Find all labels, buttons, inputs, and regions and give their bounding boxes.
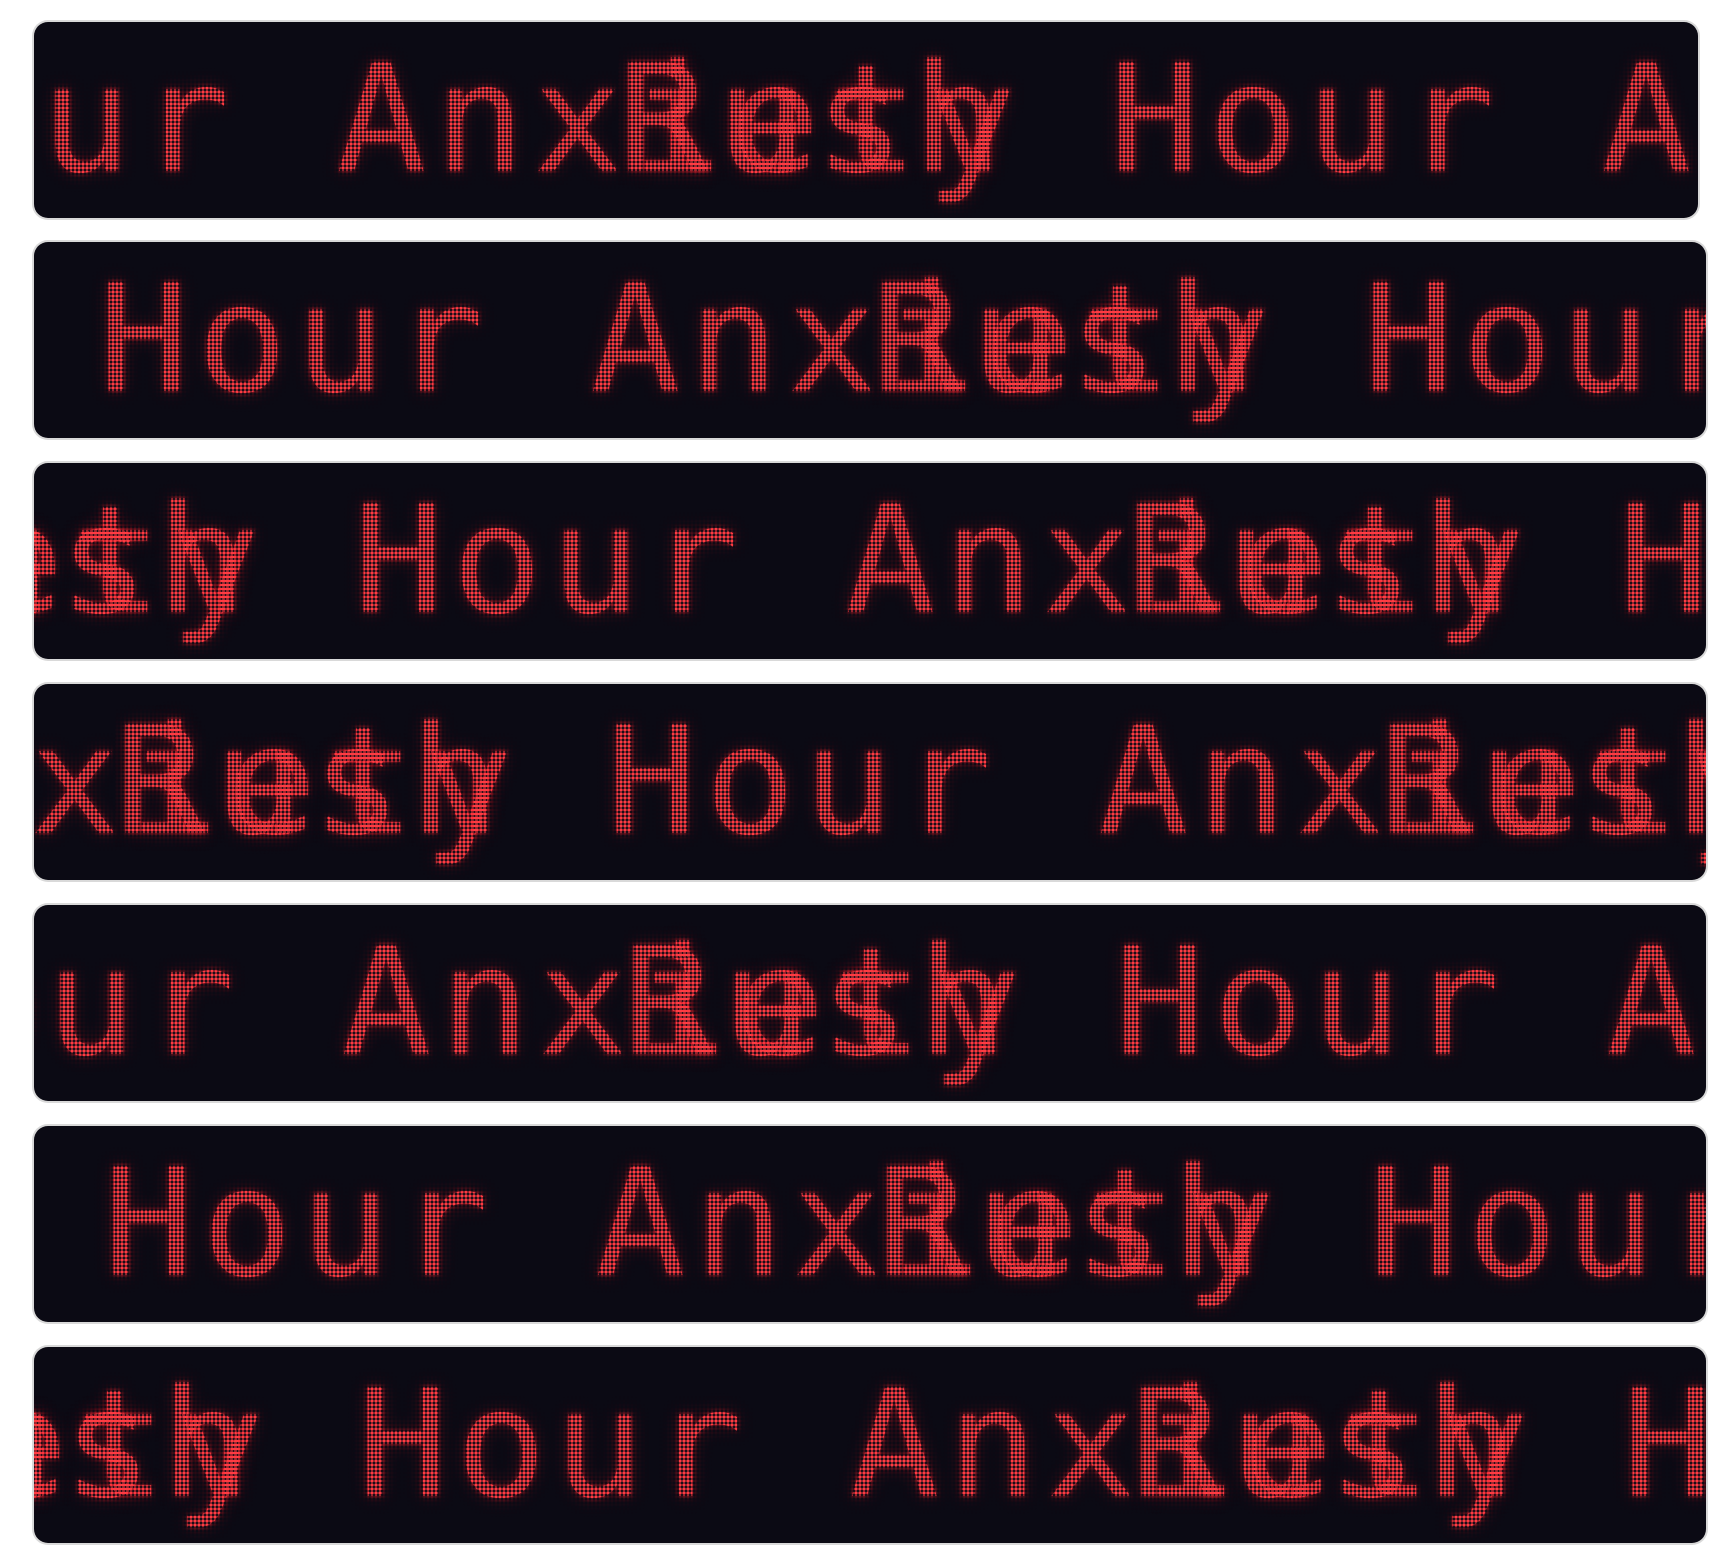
marquee-frame-stack: Rush Hour AnxietyRush Hour AnxietyRush H… bbox=[0, 0, 1735, 1560]
led-marquee-panel: Rush Hour AnxietyRush Hour AnxietyRush H… bbox=[34, 684, 1706, 880]
led-marquee-panel: Rush Hour AnxietyRush Hour Anxiety bbox=[34, 22, 1698, 218]
marquee-message: Rush Hour Anxiety bbox=[877, 1137, 1706, 1311]
led-marquee-panel: Rush Hour AnxietyRush Hour Anxiety bbox=[34, 1126, 1706, 1322]
marquee-message: Rush Hour Anxiety bbox=[1127, 474, 1706, 648]
led-marquee-panel: Rush Hour AnxietyRush Hour AnxietyRush H… bbox=[34, 1347, 1706, 1543]
marquee-message: Rush Hour Anxiety bbox=[1380, 695, 1706, 869]
led-marquee-panel: Rush Hour AnxietyRush Hour Anxiety bbox=[34, 242, 1706, 438]
marquee-message: Rush Hour Anxiety bbox=[618, 33, 1698, 207]
marquee-message: Rush Hour Anxiety bbox=[623, 916, 1706, 1090]
led-marquee-panel: Rush Hour AnxietyRush Hour Anxiety bbox=[34, 905, 1706, 1101]
marquee-message: Rush Hour Anxiety bbox=[1131, 1358, 1706, 1532]
led-marquee-panel: Rush Hour AnxietyRush Hour AnxietyRush H… bbox=[34, 463, 1706, 659]
marquee-message: Rush Hour Anxiety bbox=[872, 253, 1706, 427]
